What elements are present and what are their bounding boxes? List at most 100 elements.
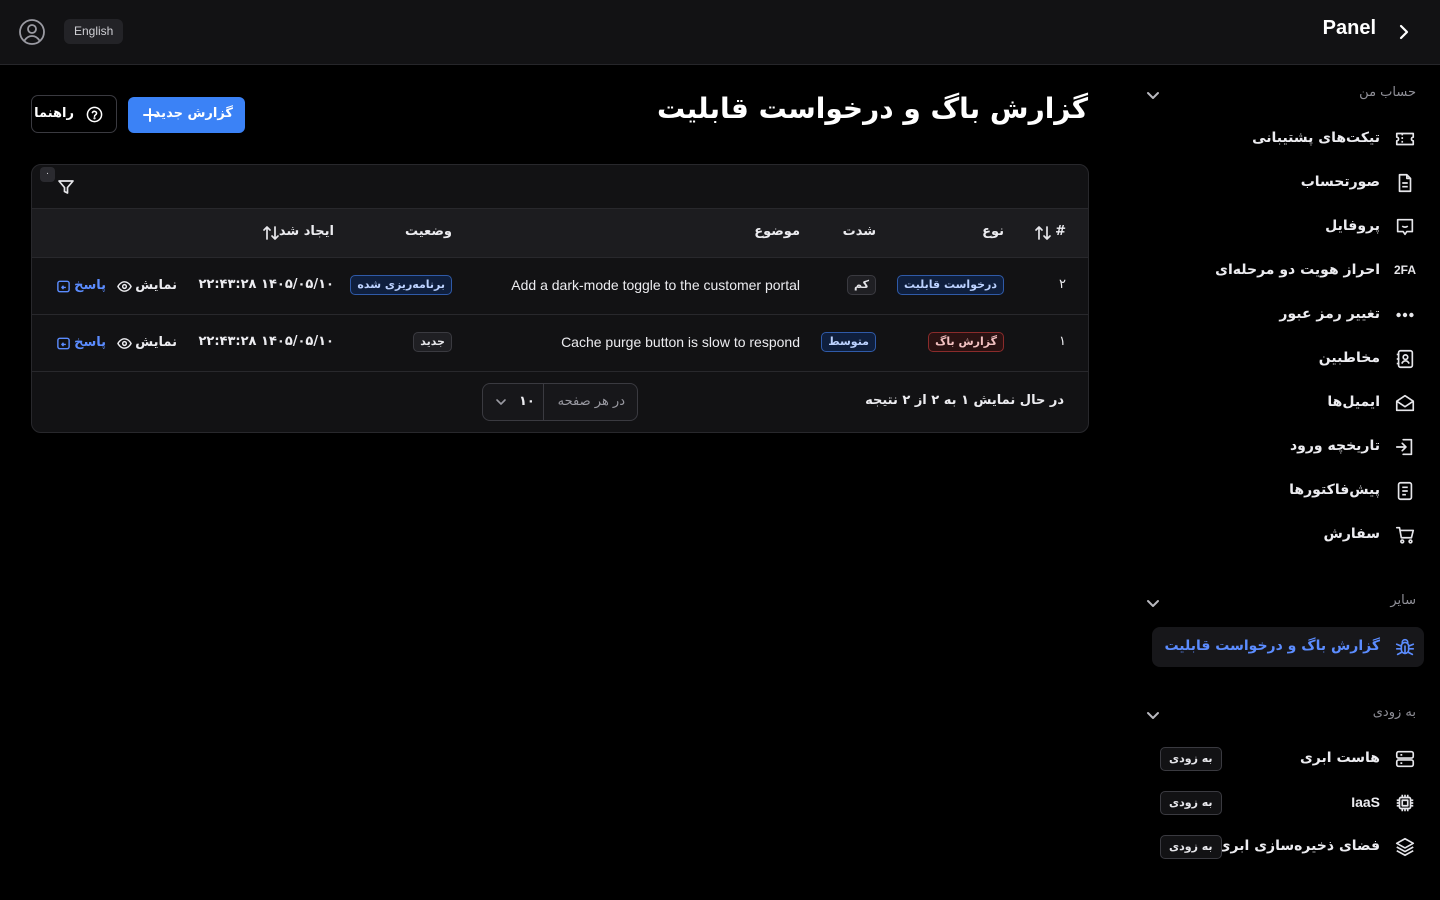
chevron-down-icon[interactable]	[1144, 86, 1162, 104]
sidebar-item-label: صورتحساب	[1300, 174, 1380, 190]
cart-icon	[1394, 524, 1416, 546]
page-title: گزارش باگ و درخواست قابلیت	[656, 92, 1088, 125]
brand-title[interactable]: Panel	[1323, 17, 1376, 40]
table-row[interactable]: ۱ گزارش باگ متوسط Cache purge button is …	[32, 315, 1088, 372]
view-label: نمایش	[135, 278, 177, 293]
reply-label: پاسخ	[74, 278, 106, 293]
sidebar-section-account[interactable]: حساب من	[1144, 85, 1416, 105]
row-subject[interactable]: Add a dark-mode toggle to the customer p…	[511, 277, 800, 293]
user-account-icon[interactable]	[18, 18, 46, 46]
divider	[543, 384, 544, 420]
sidebar-item-label: تاریخچه ورود	[1289, 438, 1380, 454]
reports-table-card: ۰ # نوع شدت موضوع وضعیت ایجاد شد ۲ درخوا…	[31, 164, 1089, 433]
per-page-select[interactable]: در هر صفحه ۱۰	[482, 383, 638, 421]
sidebar: حساب من تیکت‌های پشتیبانی صورتحساب پروفا…	[1132, 65, 1440, 900]
status-badge: برنامه‌ریزی شده	[350, 275, 452, 295]
help-circle-icon	[86, 106, 103, 123]
coming-soon-badge: به زودی	[1160, 747, 1222, 771]
sidebar-item-label: تیکت‌های پشتیبانی	[1252, 130, 1380, 146]
sidebar-item-bug-report[interactable]: گزارش باگ و درخواست قابلیت	[1152, 627, 1424, 667]
server-icon	[1394, 748, 1416, 770]
sidebar-item-invoices[interactable]: صورتحساب	[1152, 163, 1424, 203]
per-page-value[interactable]: ۱۰	[519, 394, 535, 409]
reply-icon	[56, 336, 71, 351]
eye-icon	[117, 336, 132, 351]
sidebar-item-emails[interactable]: ایمیل‌ها	[1152, 383, 1424, 423]
sidebar-item-label: مخاطبین	[1318, 350, 1380, 366]
2fa-icon: 2FA	[1393, 263, 1416, 277]
column-header-subject: موضوع	[754, 224, 800, 239]
sidebar-item-proforma[interactable]: پیش‌فاکتورها	[1152, 471, 1424, 511]
severity-badge: کم	[846, 275, 876, 295]
sidebar-section-coming-soon[interactable]: به زودی	[1144, 705, 1416, 725]
new-report-button[interactable]: گزارش جدید	[128, 97, 245, 133]
sidebar-item-label: گزارش باگ و درخواست قابلیت	[1164, 638, 1380, 654]
chevron-right-icon[interactable]	[1394, 22, 1414, 42]
type-badge: گزارش باگ	[928, 332, 1004, 352]
column-header-severity: شدت	[842, 224, 876, 239]
section-title: به زودی	[1372, 705, 1416, 720]
sidebar-section-other[interactable]: سایر	[1144, 593, 1416, 613]
layers-icon	[1394, 836, 1416, 858]
sort-icon[interactable]	[262, 224, 280, 242]
chevron-down-icon[interactable]	[1144, 706, 1162, 724]
bug-icon	[1394, 636, 1416, 658]
status-badge: جدید	[413, 332, 452, 352]
sidebar-item-tickets[interactable]: تیکت‌های پشتیبانی	[1152, 119, 1424, 159]
sidebar-item-login-history[interactable]: تاریخچه ورود	[1152, 427, 1424, 467]
sidebar-item-label: سفارش	[1323, 526, 1380, 542]
language-button[interactable]: English	[64, 19, 124, 44]
column-header-type: نوع	[982, 224, 1004, 239]
filter-icon[interactable]	[57, 178, 75, 196]
section-title: سایر	[1390, 593, 1416, 608]
severity-badge: متوسط	[821, 332, 876, 352]
filter-count-badge: ۰	[40, 167, 55, 182]
type-badge: درخواست قابلیت	[897, 275, 1004, 295]
column-header-created: ایجاد شد	[278, 224, 334, 239]
sidebar-item-change-password[interactable]: تغییر رمز عبور	[1152, 295, 1424, 335]
sidebar-item-profile[interactable]: پروفایل	[1152, 207, 1424, 247]
sidebar-item-label: IaaS	[1351, 794, 1380, 810]
new-report-label: گزارش جدید	[153, 106, 233, 121]
sidebar-item-cloud-storage[interactable]: فضای ذخیره‌سازی ابری به زودی	[1152, 827, 1424, 867]
guide-button[interactable]: راهنما	[31, 95, 117, 133]
per-page-label: در هر صفحه	[557, 394, 625, 409]
sort-icon[interactable]	[1034, 224, 1052, 242]
row-created-date: ۱۴۰۵/۰۵/۱۰ ۲۲:۴۳:۲۸	[198, 277, 334, 292]
row-id: ۱	[1059, 334, 1066, 349]
reply-label: پاسخ	[74, 335, 106, 350]
chip-icon	[1394, 792, 1416, 814]
row-id: ۲	[1059, 277, 1066, 292]
ticket-icon	[1394, 128, 1416, 150]
sidebar-item-label: ایمیل‌ها	[1327, 394, 1380, 410]
row-subject[interactable]: Cache purge button is slow to respond	[561, 334, 800, 350]
table-header: # نوع شدت موضوع وضعیت ایجاد شد	[32, 208, 1088, 258]
contacts-icon	[1394, 348, 1416, 370]
column-header-status: وضعیت	[404, 224, 452, 239]
invoice-icon	[1394, 172, 1416, 194]
table-row[interactable]: ۲ درخواست قابلیت کم Add a dark-mode togg…	[32, 258, 1088, 315]
sidebar-item-label: هاست ابری	[1299, 750, 1380, 766]
proforma-icon	[1394, 480, 1416, 502]
eye-icon	[117, 279, 132, 294]
sidebar-item-2fa[interactable]: 2FA احراز هویت دو مرحله‌ای	[1152, 251, 1424, 291]
login-history-icon	[1394, 436, 1416, 458]
chevron-down-icon[interactable]	[494, 395, 508, 409]
sidebar-item-orders[interactable]: سفارش	[1152, 515, 1424, 555]
sidebar-item-label: پروفایل	[1325, 218, 1380, 234]
sidebar-item-contacts[interactable]: مخاطبین	[1152, 339, 1424, 379]
sidebar-item-label: فضای ذخیره‌سازی ابری	[1217, 838, 1380, 854]
row-created-date: ۱۴۰۵/۰۵/۱۰ ۲۲:۴۳:۲۸	[198, 334, 334, 349]
sidebar-item-label: تغییر رمز عبور	[1279, 306, 1380, 322]
sidebar-item-iaas[interactable]: IaaS به زودی	[1152, 783, 1424, 823]
sidebar-item-label: پیش‌فاکتورها	[1289, 482, 1380, 498]
section-title: حساب من	[1359, 85, 1416, 100]
chevron-down-icon[interactable]	[1144, 594, 1162, 612]
sidebar-item-cloud-host[interactable]: هاست ابری به زودی	[1152, 739, 1424, 779]
guide-label: راهنما	[34, 106, 74, 121]
view-label: نمایش	[135, 335, 177, 350]
coming-soon-badge: به زودی	[1160, 835, 1222, 859]
column-header-id: #	[1055, 224, 1066, 239]
top-bar: English Panel	[0, 0, 1440, 65]
sidebar-item-label: احراز هویت دو مرحله‌ای	[1215, 262, 1380, 278]
